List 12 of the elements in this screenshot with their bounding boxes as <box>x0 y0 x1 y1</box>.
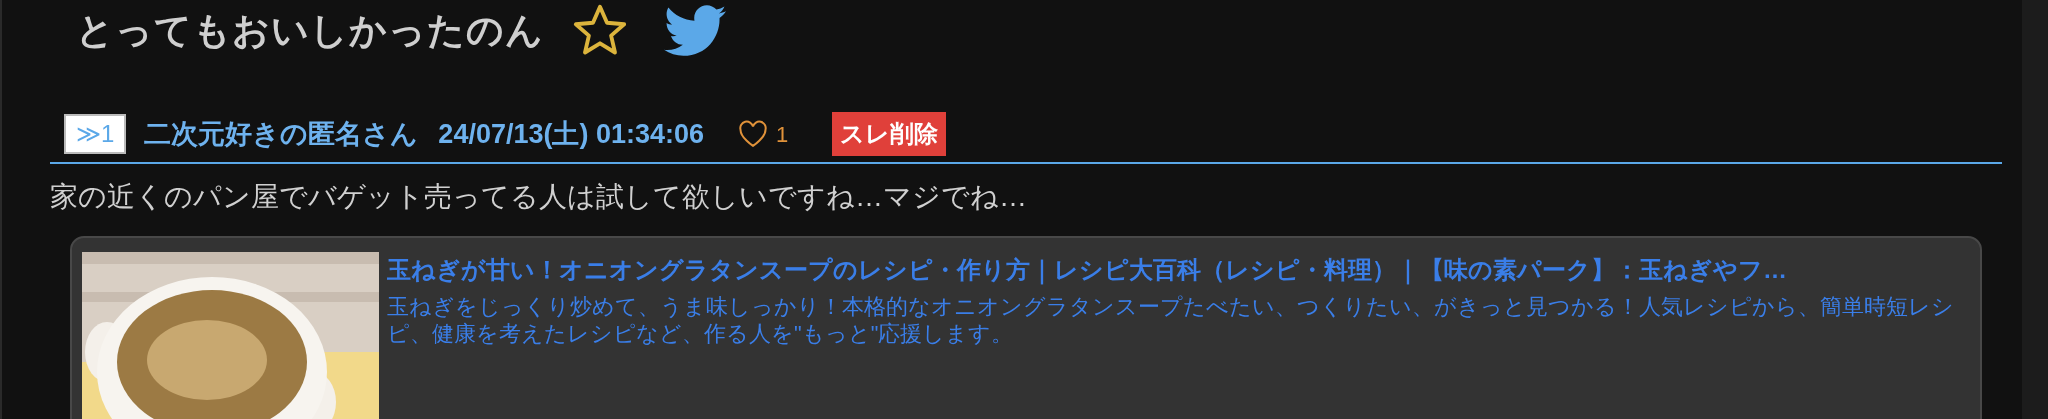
like-count: 1 <box>776 120 789 149</box>
thread-title: とってもおいしかったのん <box>76 9 544 54</box>
post-body: 家の近くのパン屋でバゲット売ってる人は試して欲しいですね…マジでね… <box>50 180 1028 214</box>
heart-icon[interactable] <box>738 120 769 148</box>
link-title[interactable]: 玉ねぎが甘い！オニオングラタンスープのレシピ・作り方｜レシピ大百科（レシピ・料理）｜【味の素パーク】：玉ねぎやフ… <box>387 252 1970 288</box>
bird-icon[interactable] <box>664 5 726 57</box>
link-description: 玉ねぎをじっくり炒めて、うま味しっかり！本格的なオニオングラタンスープたべたい、つくりたい、がきっと見つかる！人気レシピから、簡単時短レシピ、健康を考えたレシピなど、作る人を"もっと"応援します。 <box>387 294 1955 348</box>
delete-thread-button[interactable]: スレ削除 <box>832 112 947 156</box>
author-name: 二次元好きの匿名さん <box>144 117 419 151</box>
link-card[interactable]: 玉ねぎが甘い！オニオングラタンスープのレシピ・作り方｜レシピ大百科（レシピ・料理）｜【味の素パーク】：玉ねぎやフ… 玉ねぎをじっくり炒めて、うま味しっかり！本格的なオニオングラタンスープたべたい、つくりたい、がきっと見つかる！人気レシピから、簡単時短レシピ、健康を考えたレシピなど、作る人を"もっと"応援します。 <box>70 236 1982 419</box>
post-datetime: 24/07/13(土) 01:34:06 <box>438 117 705 151</box>
reply-number-link[interactable]: ≫1 <box>64 114 127 154</box>
